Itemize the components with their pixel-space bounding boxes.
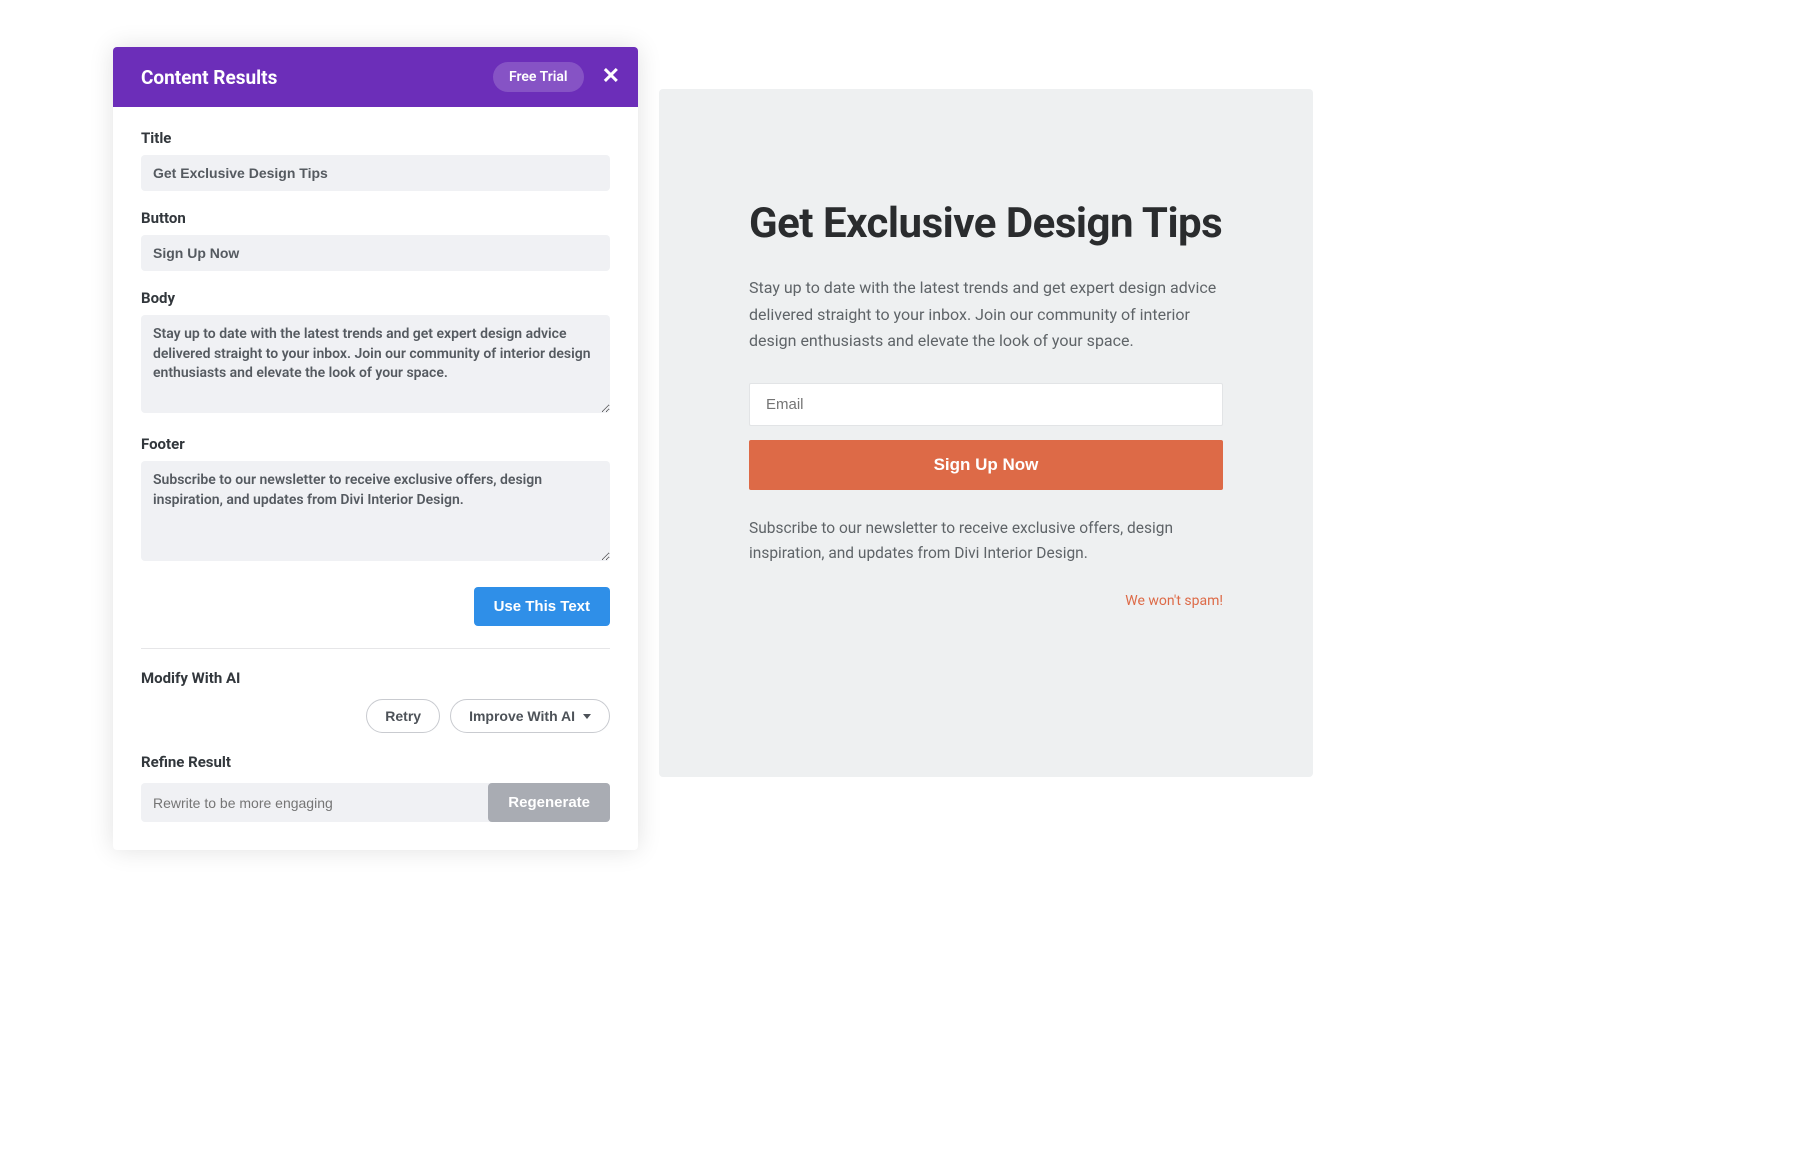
body-textarea[interactable]: Stay up to date with the latest trends a… xyxy=(141,315,610,413)
retry-label: Retry xyxy=(385,708,421,724)
refine-input[interactable] xyxy=(141,784,480,822)
improve-with-ai-button[interactable]: Improve With AI xyxy=(450,699,610,733)
no-spam-note: We won't spam! xyxy=(749,593,1223,609)
retry-button[interactable]: Retry xyxy=(366,699,440,733)
footer-textarea[interactable]: Subscribe to our newsletter to receive e… xyxy=(141,461,610,561)
preview-body: Stay up to date with the latest trends a… xyxy=(749,275,1223,354)
regenerate-button[interactable]: Regenerate xyxy=(488,783,610,822)
content-results-panel: Content Results Free Trial ✕ Title Butto… xyxy=(113,47,638,850)
sign-up-button[interactable]: Sign Up Now xyxy=(749,440,1223,490)
footer-label: Footer xyxy=(141,435,610,453)
body-label: Body xyxy=(141,289,610,307)
free-trial-button[interactable]: Free Trial xyxy=(493,62,584,92)
close-icon[interactable]: ✕ xyxy=(602,66,620,88)
improve-label: Improve With AI xyxy=(469,708,575,724)
title-label: Title xyxy=(141,129,610,147)
modify-with-ai-label: Modify With AI xyxy=(141,669,610,687)
panel-title: Content Results xyxy=(141,66,277,89)
divider xyxy=(141,648,610,649)
panel-header: Content Results Free Trial ✕ xyxy=(113,47,638,107)
preview-title: Get Exclusive Design Tips xyxy=(749,199,1223,249)
button-label: Button xyxy=(141,209,610,227)
refine-row: Regenerate xyxy=(141,783,610,822)
use-this-text-button[interactable]: Use This Text xyxy=(474,587,610,626)
title-input[interactable] xyxy=(141,155,610,191)
refine-result-label: Refine Result xyxy=(141,753,610,771)
preview-footer: Subscribe to our newsletter to receive e… xyxy=(749,516,1223,567)
email-field[interactable] xyxy=(749,383,1223,426)
preview-pane: Get Exclusive Design Tips Stay up to dat… xyxy=(659,89,1313,777)
button-input[interactable] xyxy=(141,235,610,271)
chevron-down-icon xyxy=(583,714,591,719)
